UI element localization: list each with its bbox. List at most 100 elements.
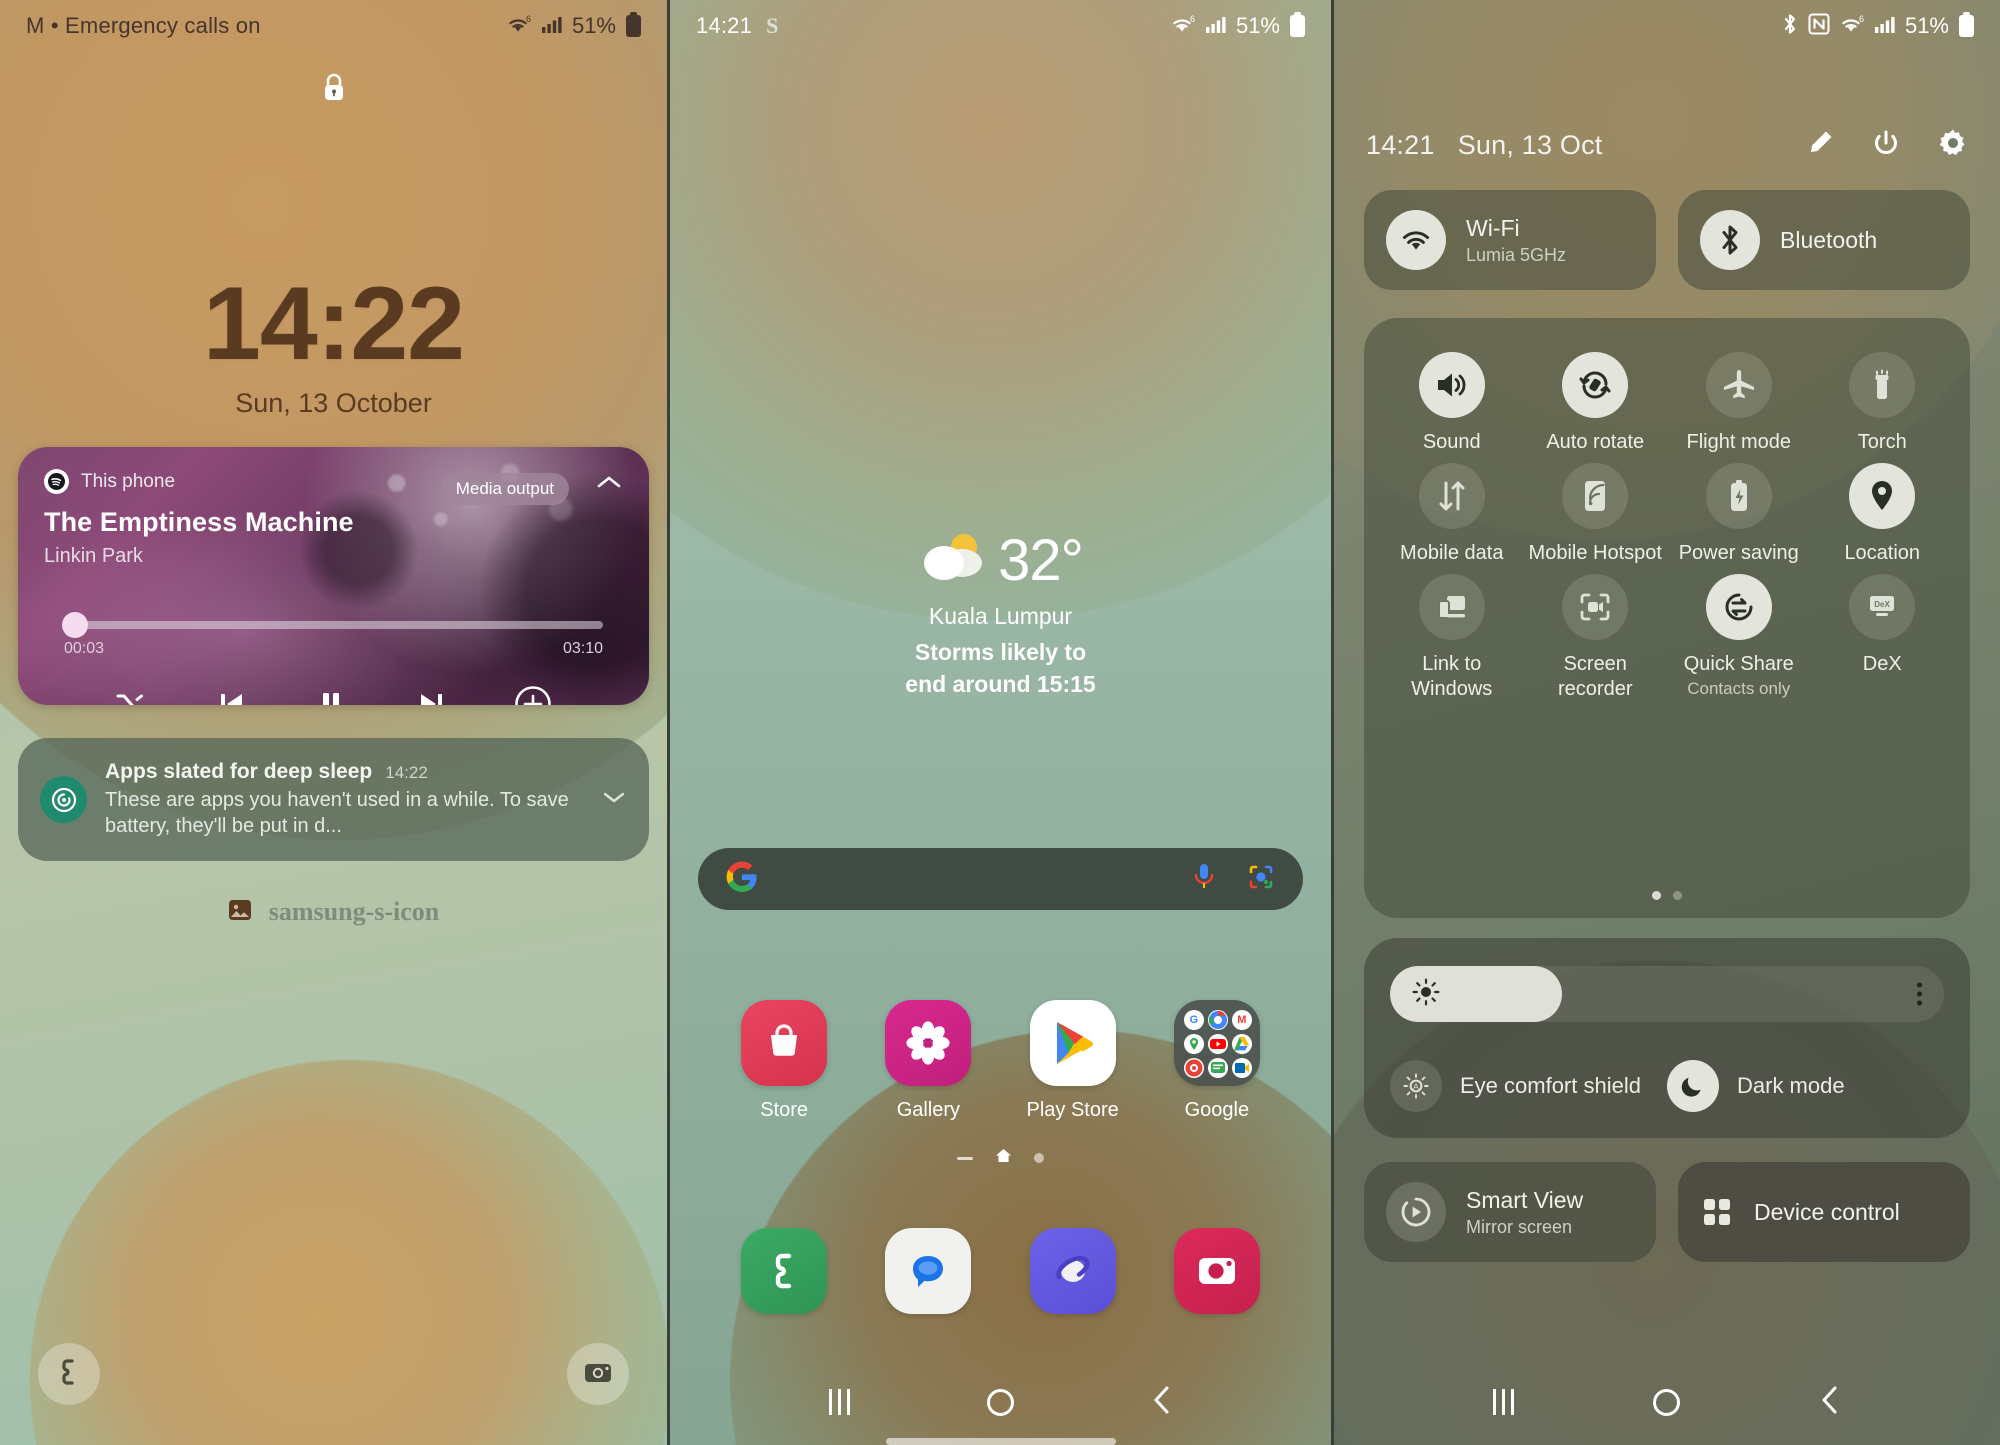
status-icons: 6 51% bbox=[506, 12, 641, 39]
smart-view-tile[interactable]: Smart View Mirror screen bbox=[1364, 1162, 1656, 1262]
toggle-label: Screen recorder bbox=[1558, 653, 1633, 700]
home-button[interactable] bbox=[986, 1388, 1014, 1416]
settings-gear-icon[interactable] bbox=[1938, 128, 1968, 163]
progress-track[interactable] bbox=[61, 612, 603, 638]
recents-button[interactable] bbox=[828, 1389, 850, 1415]
toggle-label: Auto rotate bbox=[1546, 431, 1645, 453]
home-button[interactable] bbox=[1652, 1388, 1680, 1416]
battery-icon bbox=[626, 12, 641, 37]
back-button[interactable] bbox=[1819, 1385, 1841, 1420]
add-icon[interactable] bbox=[514, 685, 552, 705]
weather-widget[interactable]: 32° Kuala Lumpur Storms likely to end ar… bbox=[670, 530, 1331, 700]
toggle-auto-rotate[interactable]: Auto rotate bbox=[1528, 352, 1663, 455]
chevron-down-icon[interactable] bbox=[601, 788, 627, 811]
notification-header: Apps slated for deep sleep 14:22 bbox=[105, 760, 575, 784]
torch-icon bbox=[1849, 352, 1916, 418]
media-artist: Linkin Park bbox=[44, 545, 143, 567]
pause-icon[interactable] bbox=[315, 688, 347, 705]
status-icons: 6 51% bbox=[1170, 12, 1305, 39]
svg-text:A: A bbox=[1413, 1081, 1419, 1091]
edit-pen-icon[interactable] bbox=[1806, 129, 1834, 162]
toggle-link-to-windows[interactable]: Link to Windows bbox=[1384, 574, 1519, 702]
toggle-screen-recorder[interactable]: Screen recorder bbox=[1528, 574, 1663, 702]
wifi-icon bbox=[1386, 210, 1446, 270]
smart-view-sub: Mirror screen bbox=[1466, 1216, 1573, 1237]
google-mini-icon: G bbox=[1183, 1010, 1204, 1030]
mobile-data-icon bbox=[1418, 463, 1485, 529]
next-icon[interactable] bbox=[415, 689, 447, 705]
lock-shortcut-camera[interactable] bbox=[567, 1343, 629, 1405]
toggle-mobile-data[interactable]: Mobile data bbox=[1384, 463, 1519, 566]
toggle-location[interactable]: Location bbox=[1815, 463, 1950, 566]
samsung-internet-icon[interactable] bbox=[1029, 1228, 1116, 1314]
toggle-flight-mode[interactable]: Flight mode bbox=[1671, 352, 1806, 455]
gesture-handle[interactable] bbox=[885, 1438, 1116, 1445]
eye-comfort-shield-toggle[interactable]: A Eye comfort shield bbox=[1390, 1060, 1667, 1112]
back-button[interactable] bbox=[1151, 1385, 1173, 1420]
dex-icon: DeX bbox=[1849, 574, 1916, 640]
home-page-indicator bbox=[670, 1148, 1331, 1168]
device-control-tile[interactable]: Device control bbox=[1678, 1162, 1970, 1262]
more-options-icon[interactable] bbox=[1917, 982, 1922, 1006]
power-icon[interactable] bbox=[1872, 129, 1900, 162]
play-store-icon bbox=[1029, 1000, 1116, 1086]
drive-mini-icon bbox=[1231, 1034, 1252, 1054]
signal-icon bbox=[1205, 14, 1227, 39]
wifi-tile-text: Wi-Fi Lumia 5GHz bbox=[1466, 215, 1566, 266]
quick-share-icon bbox=[1705, 574, 1772, 640]
app-label: Store bbox=[760, 1099, 809, 1121]
lock-shortcut-phone[interactable] bbox=[38, 1343, 100, 1405]
toggles-dot-1[interactable] bbox=[1652, 891, 1661, 900]
toggle-quick-share[interactable]: Quick Share Contacts only bbox=[1671, 574, 1806, 702]
bluetooth-tile[interactable]: Bluetooth bbox=[1678, 190, 1970, 290]
brightness-fill bbox=[1390, 966, 1562, 1022]
camera-icon[interactable] bbox=[1173, 1228, 1260, 1314]
quickpanel-datetime: 14:21 Sun, 13 Oct bbox=[1366, 130, 1602, 161]
dark-mode-toggle[interactable]: Dark mode bbox=[1667, 1060, 1944, 1112]
app-play-store[interactable]: Play Store bbox=[1014, 1000, 1132, 1122]
progress-knob[interactable] bbox=[61, 612, 88, 638]
app-google-folder[interactable]: G M Google bbox=[1158, 1000, 1276, 1122]
phone-icon[interactable] bbox=[741, 1228, 828, 1314]
previous-icon[interactable] bbox=[216, 689, 248, 705]
wifi-icon: 6 bbox=[1170, 14, 1196, 39]
media-progress[interactable]: 00:03 03:10 bbox=[61, 612, 603, 658]
toggle-dex[interactable]: DeX DeX bbox=[1815, 574, 1950, 702]
page-dot-home[interactable] bbox=[995, 1148, 1012, 1168]
notification-time: 14:22 bbox=[385, 762, 428, 782]
google-lens-icon[interactable] bbox=[1247, 863, 1275, 896]
toggle-sound[interactable]: Sound bbox=[1384, 352, 1519, 455]
lock-date: Sun, 13 October bbox=[235, 388, 432, 418]
recents-button[interactable] bbox=[1493, 1389, 1515, 1415]
toggle-torch[interactable]: Torch bbox=[1815, 352, 1950, 455]
page-dot-widgets[interactable] bbox=[957, 1156, 973, 1160]
toggle-row-1: Sound Auto rotate Flight mode Torch bbox=[1380, 352, 1954, 455]
toggle-mobile-hotspot[interactable]: Mobile Hotspot bbox=[1528, 463, 1663, 566]
microphone-icon[interactable] bbox=[1191, 862, 1217, 897]
app-grid: Store Gallery Play Store G M Google bbox=[670, 1000, 1331, 1122]
notification-card[interactable]: Apps slated for deep sleep 14:22 These a… bbox=[18, 738, 649, 861]
brightness-icon bbox=[1412, 978, 1440, 1011]
app-gallery[interactable]: Gallery bbox=[869, 1000, 987, 1122]
google-search-bar[interactable] bbox=[698, 848, 1303, 910]
messages-icon[interactable] bbox=[885, 1228, 972, 1314]
power-saving-icon bbox=[1705, 463, 1772, 529]
media-output-button[interactable]: Media output bbox=[440, 473, 569, 505]
app-store[interactable]: Store bbox=[725, 1000, 843, 1122]
brightness-slider[interactable] bbox=[1390, 966, 1944, 1022]
chevron-up-icon[interactable] bbox=[595, 473, 623, 496]
svg-text:DeX: DeX bbox=[1874, 600, 1890, 609]
svg-text:6: 6 bbox=[526, 14, 531, 24]
page-dot-second[interactable] bbox=[1034, 1153, 1044, 1163]
app-label: Google bbox=[1184, 1099, 1250, 1121]
media-player-card[interactable]: This phone Media output The Emptiness Ma… bbox=[18, 447, 649, 705]
notification-body: Apps slated for deep sleep 14:22 These a… bbox=[105, 760, 575, 839]
toggles-dot-2[interactable] bbox=[1673, 891, 1682, 900]
shuffle-icon[interactable] bbox=[115, 689, 149, 705]
toggle-power-saving[interactable]: Power saving bbox=[1671, 463, 1806, 566]
battery-icon bbox=[1290, 12, 1305, 37]
wifi-tile[interactable]: Wi-Fi Lumia 5GHz bbox=[1364, 190, 1656, 290]
wifi-tile-label: Wi-Fi bbox=[1466, 214, 1520, 241]
screen-recorder-icon bbox=[1562, 574, 1629, 640]
camera-icon bbox=[583, 1359, 613, 1390]
